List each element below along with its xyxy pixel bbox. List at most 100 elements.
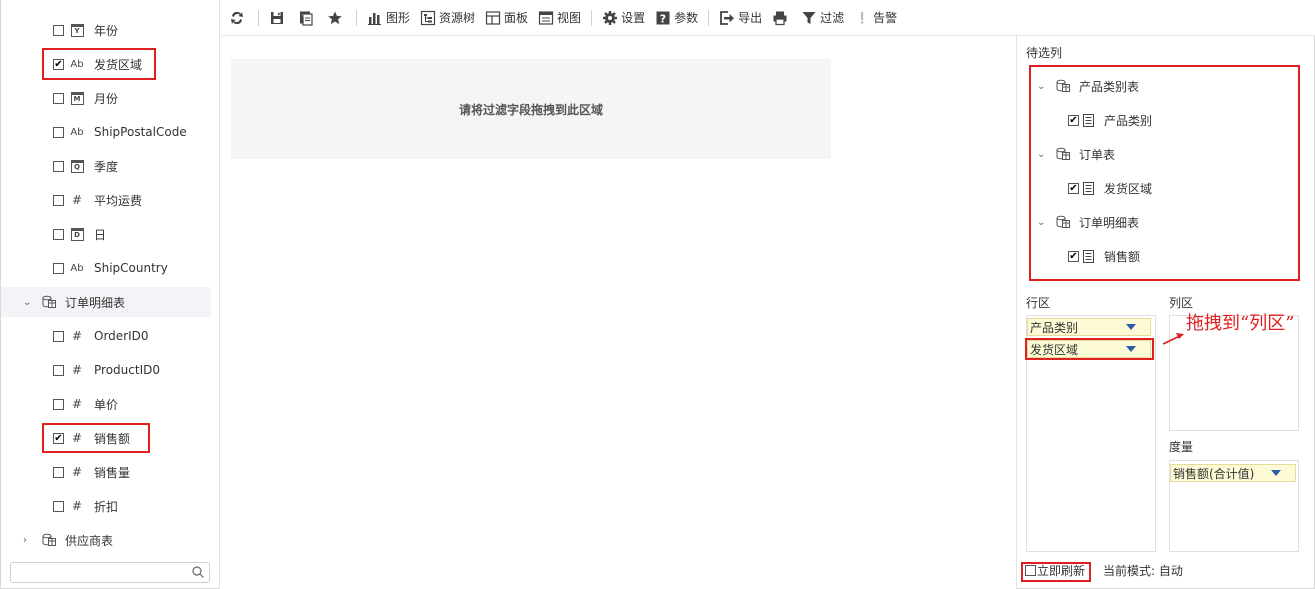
- print-button[interactable]: [772, 10, 791, 26]
- refresh-button[interactable]: [229, 10, 248, 26]
- field-checkbox[interactable]: [53, 500, 64, 512]
- field-label: ShipCountry: [94, 261, 168, 275]
- date-field-icon: Y: [68, 23, 86, 37]
- candidate-checkbox[interactable]: ✔: [1068, 114, 1079, 126]
- field-item[interactable]: Y 年份: [1, 15, 211, 45]
- field-item[interactable]: Q 季度: [1, 151, 211, 181]
- table-node-supplier[interactable]: › 供应商表: [1, 525, 211, 555]
- toolbar-separator: [708, 9, 710, 26]
- field-search-input[interactable]: [10, 562, 210, 583]
- field-item[interactable]: # 平均运费: [1, 185, 211, 215]
- candidate-table-label: 订单明细表: [1079, 215, 1140, 230]
- gear-icon: [603, 10, 618, 25]
- highlight-sales-amount: [42, 423, 150, 453]
- field-label: 折扣: [94, 499, 119, 514]
- alert-button[interactable]: 告警: [854, 9, 897, 26]
- tree-icon: [420, 10, 436, 25]
- candidates-title: 待选列: [1026, 46, 1063, 60]
- view-button[interactable]: 视图: [538, 9, 581, 26]
- candidate-field[interactable]: ✔ 销售额: [1068, 246, 1140, 266]
- favorite-button[interactable]: [327, 10, 346, 26]
- highlight-ship-region-pill: [1025, 338, 1154, 360]
- candidate-table[interactable]: ⌄ 订单表: [1037, 144, 1115, 164]
- table-label: 订单明细表: [65, 295, 126, 310]
- candidate-checkbox[interactable]: ✔: [1068, 250, 1079, 262]
- settings-button-label: 设置: [621, 11, 646, 25]
- field-checkbox[interactable]: [53, 194, 64, 206]
- field-checkbox[interactable]: [53, 160, 64, 172]
- field-checkbox[interactable]: [53, 92, 64, 104]
- export-button[interactable]: 导出: [719, 9, 762, 26]
- row-field-pill[interactable]: 产品类别: [1027, 318, 1151, 336]
- toolbar-separator: [356, 9, 357, 26]
- table-icon: [1056, 147, 1070, 160]
- chevron-down-icon[interactable]: ⌄: [1037, 217, 1047, 228]
- field-item[interactable]: Ab ShipPostalCode: [1, 117, 211, 147]
- document-icon: [1083, 113, 1094, 127]
- field-item[interactable]: Ab ShipCountry: [1, 253, 211, 283]
- settings-button[interactable]: 设置: [602, 9, 645, 26]
- params-button[interactable]: ? 参数: [655, 9, 698, 26]
- number-field-icon: #: [71, 193, 83, 207]
- printer-icon: [773, 11, 787, 25]
- field-label: ShipPostalCode: [94, 125, 187, 139]
- table-node-order-detail[interactable]: ⌄ 订单明细表: [1, 287, 211, 317]
- save-button[interactable]: [269, 10, 288, 26]
- refresh-icon: [231, 11, 243, 24]
- view-icon: [538, 10, 554, 25]
- dropdown-arrow-icon[interactable]: [1271, 470, 1281, 476]
- candidate-field[interactable]: ✔ 产品类别: [1068, 110, 1152, 130]
- resource-tree-button[interactable]: 资源树: [420, 9, 475, 26]
- field-checkbox[interactable]: [53, 126, 64, 138]
- field-checkbox[interactable]: [53, 466, 64, 478]
- field-item[interactable]: # 单价: [1, 389, 211, 419]
- chevron-down-icon[interactable]: ⌄: [1037, 149, 1047, 160]
- field-item[interactable]: D日: [1, 219, 211, 249]
- number-field-icon: #: [71, 397, 83, 411]
- chevron-down-icon[interactable]: ⌄: [1037, 81, 1047, 92]
- measure-field-pill[interactable]: 销售额(合计值): [1170, 464, 1296, 482]
- chart-button[interactable]: 图形: [367, 9, 410, 26]
- chevron-down-icon[interactable]: ⌄: [23, 297, 33, 308]
- alert-button-label: 告警: [873, 11, 898, 25]
- number-field-icon: #: [71, 499, 83, 513]
- field-label: OrderID0: [94, 329, 149, 343]
- star-icon: [328, 11, 342, 24]
- field-checkbox[interactable]: [53, 24, 64, 36]
- number-field-icon: #: [71, 465, 83, 479]
- candidate-checkbox[interactable]: ✔: [1068, 182, 1079, 194]
- candidate-field-label: 销售额: [1104, 249, 1141, 264]
- save-as-button[interactable]: [298, 10, 317, 26]
- field-checkbox[interactable]: [53, 228, 64, 240]
- date-field-icon: D: [68, 227, 86, 241]
- candidate-field[interactable]: ✔ 发货区域: [1068, 178, 1152, 198]
- field-item[interactable]: # 折扣: [1, 491, 211, 521]
- filter-drop-zone[interactable]: 请将过滤字段拖拽到此区域: [231, 59, 831, 159]
- svg-text:?: ?: [660, 12, 666, 25]
- field-checkbox[interactable]: [53, 364, 64, 376]
- row-field-label: 产品类别: [1030, 320, 1079, 335]
- save-icon: [271, 11, 283, 24]
- field-item[interactable]: # OrderID0: [1, 321, 211, 351]
- field-label: 平均运费: [94, 193, 143, 208]
- dropdown-arrow-icon[interactable]: [1126, 324, 1136, 330]
- panel-button[interactable]: 面板: [485, 9, 528, 26]
- help-box-icon: ?: [656, 11, 670, 25]
- drag-arrow-icon: [1162, 333, 1184, 345]
- candidate-table[interactable]: ⌄ 订单明细表: [1037, 212, 1139, 232]
- field-item[interactable]: # 销售量: [1, 457, 211, 487]
- toolbar-separator: [258, 9, 259, 26]
- field-label: 日: [94, 227, 107, 242]
- filter-button[interactable]: 过滤: [801, 9, 844, 26]
- chevron-right-icon[interactable]: ›: [23, 535, 33, 546]
- field-label: 季度: [94, 159, 119, 174]
- field-item[interactable]: M 月份: [1, 83, 211, 113]
- field-checkbox[interactable]: [53, 398, 64, 410]
- check-mark-icon: ✔: [1069, 182, 1078, 194]
- field-item[interactable]: # ProductID0: [1, 355, 211, 385]
- candidate-field-label: 发货区域: [1104, 181, 1153, 196]
- candidate-table[interactable]: ⌄ 产品类别表: [1037, 76, 1139, 96]
- field-checkbox[interactable]: [53, 330, 64, 342]
- current-mode-label: 当前模式: 自动: [1103, 564, 1183, 578]
- field-checkbox[interactable]: [53, 262, 64, 274]
